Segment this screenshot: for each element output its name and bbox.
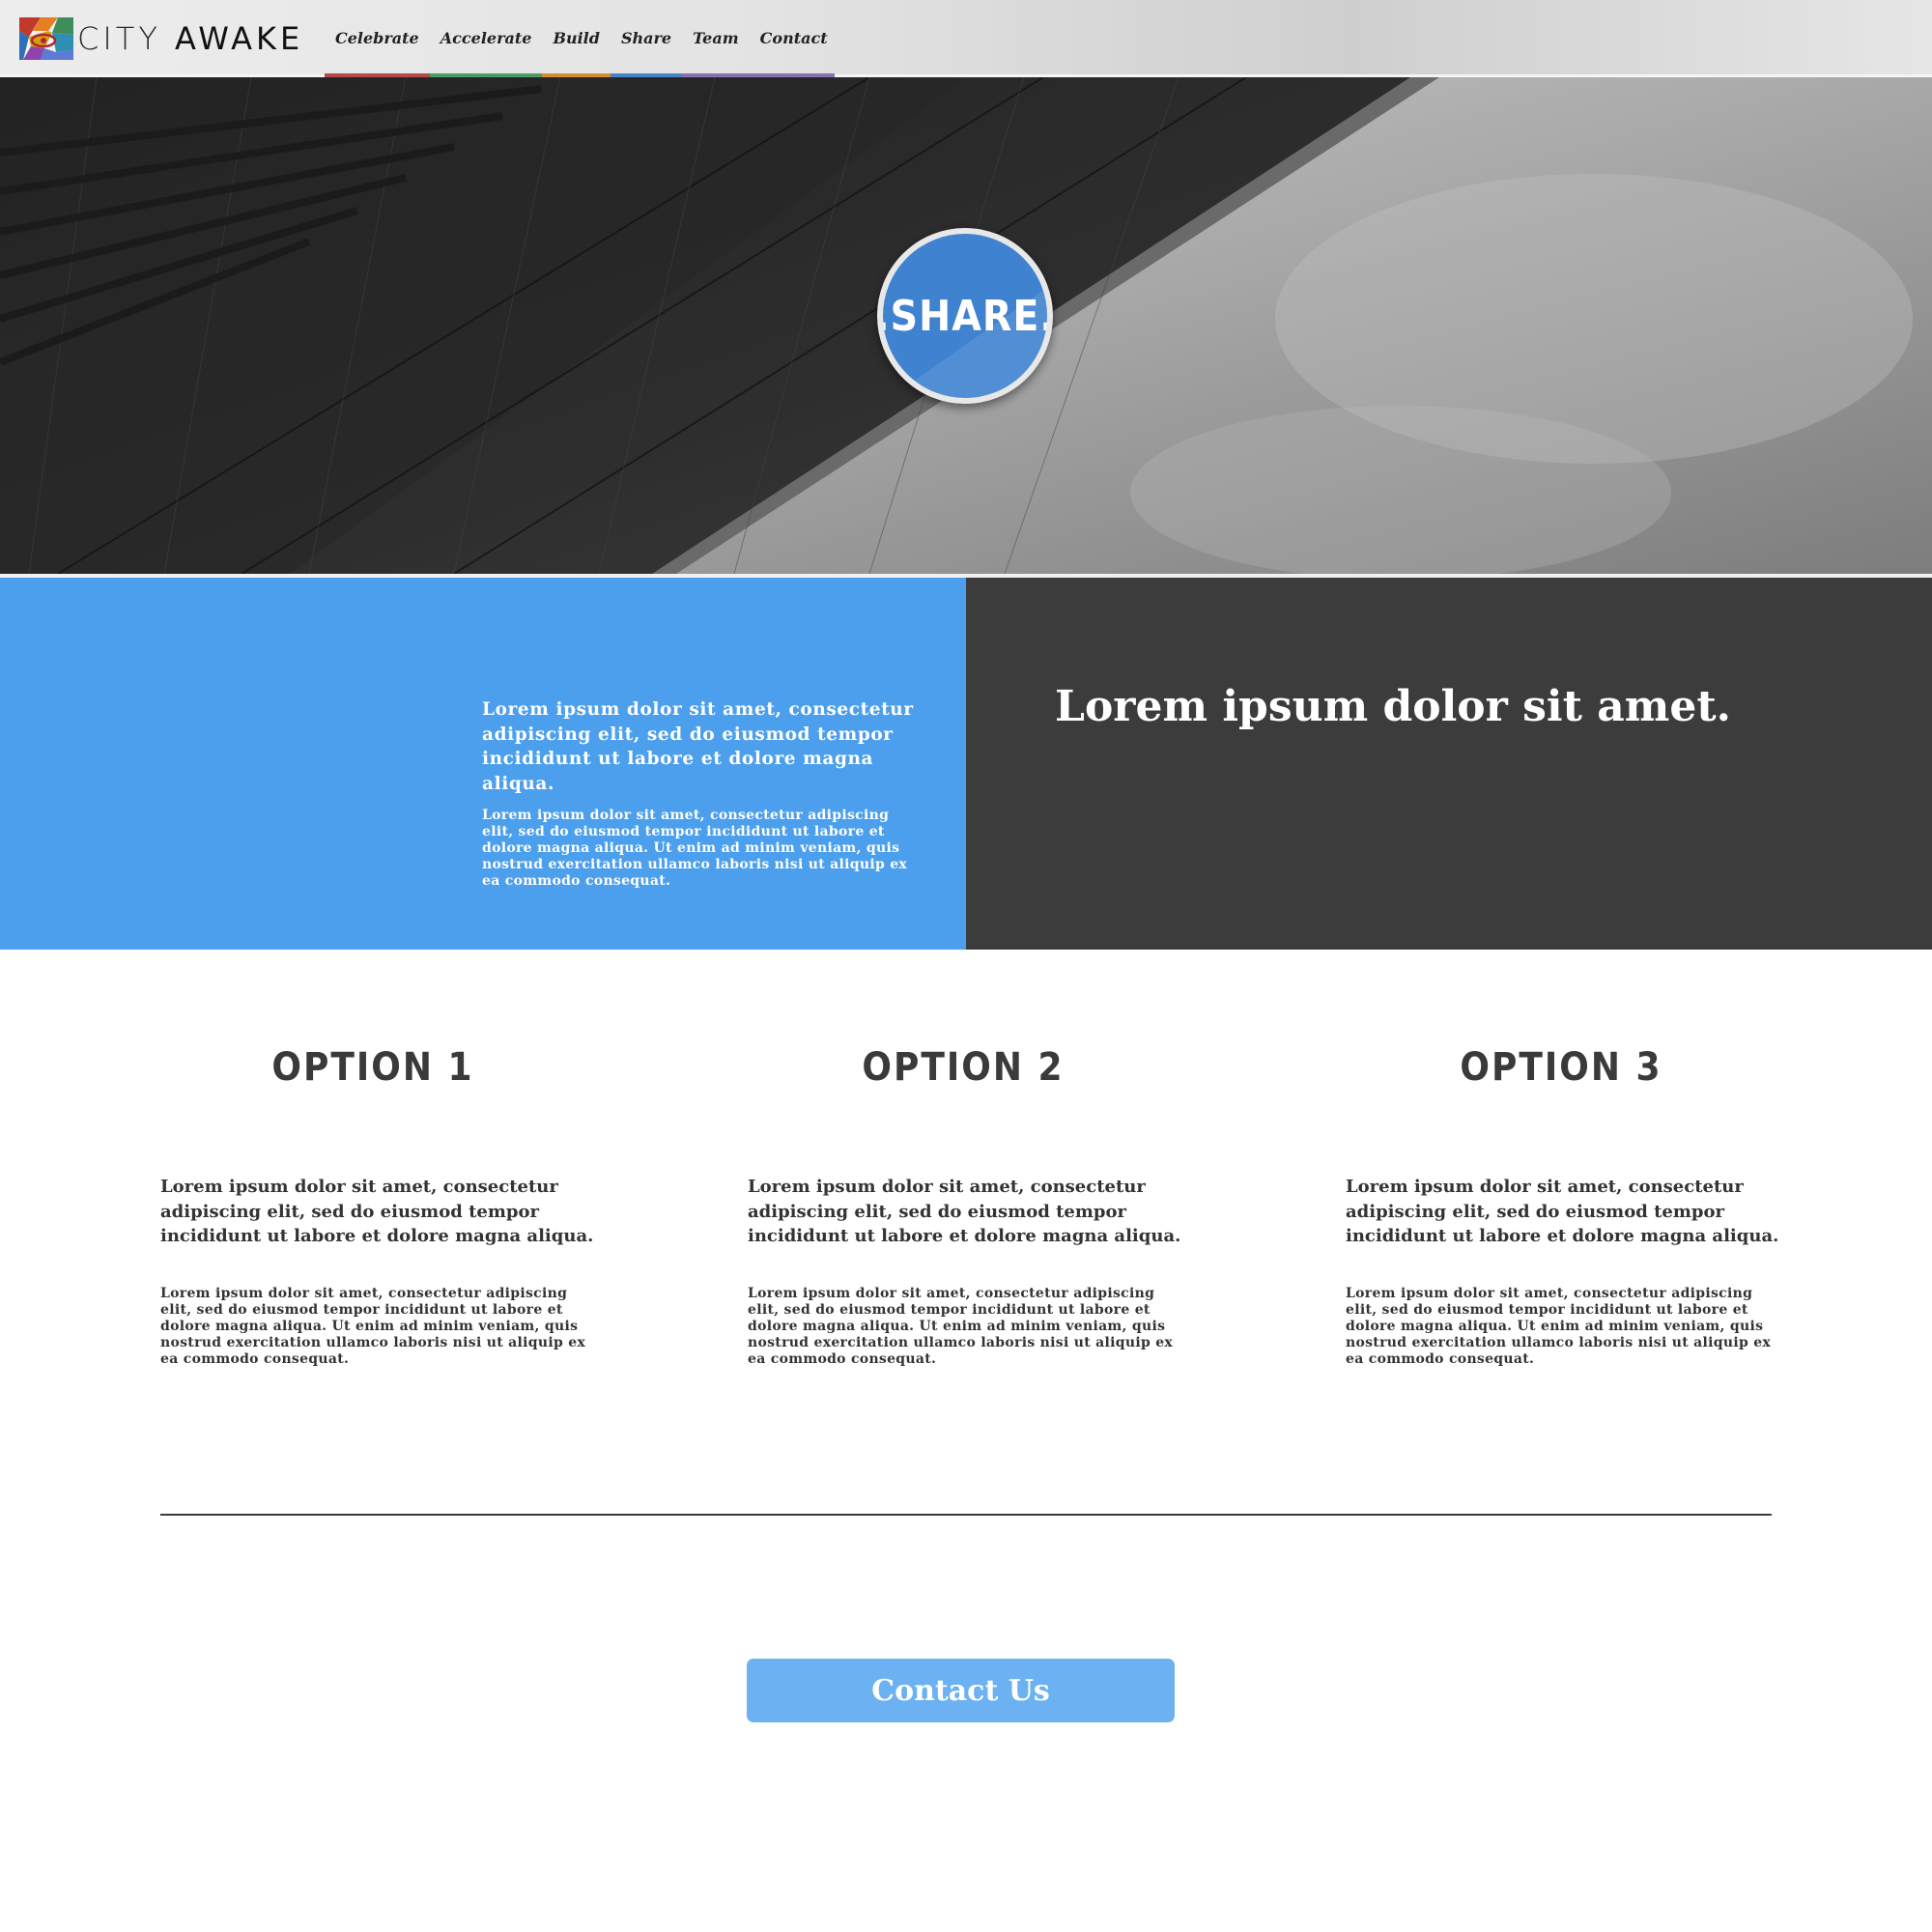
intro-lead-text: Lorem ipsum dolor sit amet, consectetur … <box>482 699 914 794</box>
intro-body-text: Lorem ipsum dolor sit amet, consectetur … <box>482 808 908 889</box>
option-2-body: Lorem ipsum dolor sit amet, consectetur … <box>748 1286 1174 1367</box>
option-3-title: OPTION 3 <box>1460 1045 1662 1090</box>
nav-item-underline <box>325 73 430 77</box>
nav-item-label: Share <box>620 29 672 47</box>
option-3-lead: Lorem ipsum dolor sit amet, consectetur … <box>1346 1177 1779 1246</box>
option-1-body: Lorem ipsum dolor sit amet, consectetur … <box>160 1286 586 1367</box>
intro-panel-dark <box>966 578 1932 950</box>
nav-item-team[interactable]: Team <box>682 0 750 77</box>
nav-item-label: Accelerate <box>440 29 532 47</box>
contact-us-button[interactable]: Contact Us <box>747 1659 1175 1722</box>
nav-item-underline <box>429 73 543 77</box>
nav-item-underline <box>682 73 750 77</box>
nav-item-contact[interactable]: Contact <box>749 0 838 77</box>
option-2-lead: Lorem ipsum dolor sit amet, consectetur … <box>748 1177 1181 1246</box>
nav-item-underline <box>542 73 611 77</box>
option-1-lead: Lorem ipsum dolor sit amet, consectetur … <box>160 1177 594 1246</box>
nav-item-share[interactable]: Share <box>610 0 683 77</box>
option-1-title: OPTION 1 <box>271 1045 474 1090</box>
brand-name[interactable]: CITY AWAKE <box>77 19 303 58</box>
nav-item-accelerate[interactable]: Accelerate <box>429 0 543 77</box>
nav-item-underline <box>610 73 683 77</box>
nav-item-label: Build <box>553 29 600 47</box>
share-badge-text: .SHARE. <box>877 291 1053 341</box>
city-awake-logo-icon[interactable] <box>19 17 73 60</box>
section-divider <box>160 1514 1772 1516</box>
option-3-body: Lorem ipsum dolor sit amet, consectetur … <box>1346 1286 1772 1367</box>
brand-city: CITY <box>77 20 161 57</box>
option-2-title: OPTION 2 <box>862 1045 1065 1090</box>
brand-awake: AWAKE <box>175 20 304 57</box>
nav-item-underline <box>749 73 835 77</box>
nav-item-celebrate[interactable]: Celebrate <box>325 0 430 77</box>
top-navigation: CITY AWAKE Celebrate Accelerate Build Sh… <box>0 0 1932 77</box>
nav-menu: Celebrate Accelerate Build Share Team Co… <box>325 0 838 77</box>
intro-heading: Lorem ipsum dolor sit amet. <box>1055 682 1731 731</box>
nav-item-build[interactable]: Build <box>542 0 611 77</box>
share-badge: .SHARE. <box>877 228 1053 404</box>
hero-banner: .SHARE. <box>0 77 1932 574</box>
nav-item-label: Contact <box>759 29 828 47</box>
nav-item-label: Celebrate <box>335 29 419 47</box>
nav-item-label: Team <box>693 29 739 47</box>
